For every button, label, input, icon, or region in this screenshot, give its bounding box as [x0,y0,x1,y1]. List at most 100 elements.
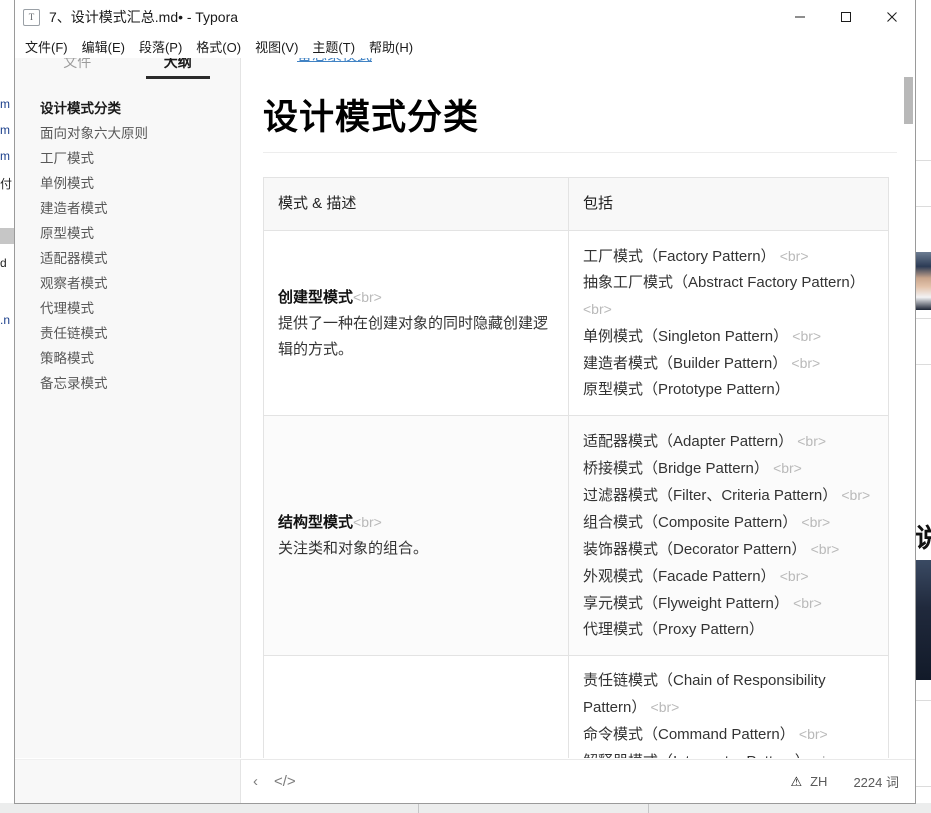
br-tag: <br> [353,288,382,305]
table-header-mode: 模式 & 描述 [263,177,569,231]
menu-file[interactable]: 文件(F) [25,37,68,56]
language-label[interactable]: ZH [810,774,827,789]
page-title: 设计模式分类 [263,89,897,153]
br-tag: <br> [841,487,871,503]
outline-item-2[interactable]: 工厂模式 [40,146,240,171]
br-tag: <br> [798,726,828,742]
pattern-line: 责任链模式（Chain of Responsibility Pattern） <… [583,668,874,721]
status-bar-left: ‹ </> [253,773,296,790]
menu-edit[interactable]: 编辑(E) [82,37,125,56]
editor-scrollbar[interactable] [904,45,913,758]
pattern-name: 建造者模式（Builder Pattern） [583,355,788,372]
bg-file-item: m [0,97,10,111]
pattern-name: 命令模式（Command Pattern） [583,726,795,743]
pattern-name: 责任链模式（Chain of Responsibility Pattern） [583,672,826,716]
maximize-button[interactable] [823,0,869,34]
menu-theme[interactable]: 主题(T) [312,37,355,56]
pattern-name: 工厂模式（Factory Pattern） [583,248,776,265]
br-tag: <br> [353,514,382,530]
status-bar: ‹ </> ⚠ ZH 2224 词 [241,759,915,803]
word-count[interactable]: 2224 词 [853,772,899,791]
outline-item-4[interactable]: 建造者模式 [40,196,240,221]
table-cell-description: 结构型模式<br> 关注类和对象的组合。 [263,415,569,656]
br-tag: <br> [793,595,822,611]
menu-paragraph[interactable]: 段落(P) [139,37,182,56]
background-right-window: 说 [915,0,931,813]
source-code-icon[interactable]: </> [274,773,296,790]
pattern-name: 享元模式（Flyweight Pattern） [583,595,789,612]
typora-app-icon: T [23,8,40,26]
outline-item-8[interactable]: 代理模式 [40,296,240,321]
pattern-name: 适配器模式（Adapter Pattern） [583,433,794,450]
br-tag: <br> [801,514,831,530]
outline-item-5[interactable]: 原型模式 [40,221,240,246]
minimize-button[interactable] [777,0,823,34]
table-header-include: 包括 [568,177,889,231]
table-row: 结构型模式<br> 关注类和对象的组合。 适配器模式（Adapter Patte… [263,415,889,656]
table-row: 创建型模式<br> 提供了一种在创建对象的同时隐藏创建逻辑的方式。 工厂模式（F… [263,230,889,416]
pattern-name: 代理模式（Proxy Pattern） [583,621,764,638]
sidebar-footer [15,759,241,803]
status-bar-right: ⚠ ZH 2224 词 [790,772,899,791]
row-description: 提供了一种在创建对象的同时隐藏创建逻辑的方式。 [278,314,549,358]
pattern-line: 解释器模式（Interpreter Pattern） <br> [583,748,874,758]
table-cell-description [263,655,569,758]
pattern-name: 解释器模式（Interpreter Pattern） [583,753,810,758]
pattern-line: 适配器模式（Adapter Pattern） <br> [583,428,874,455]
bg-file-item: d [0,256,7,270]
pattern-line: 代理模式（Proxy Pattern） [583,617,874,643]
br-tag: <br> [792,328,822,344]
pattern-line: 命令模式（Command Pattern） <br> [583,721,874,748]
br-tag: <br> [779,248,809,264]
table-cell-patterns: 责任链模式（Chain of Responsibility Pattern） <… [568,655,889,758]
patterns-table: 模式 & 描述 包括 创建型模式<br> 提供了一种在创建对象的同时隐藏创建逻辑… [263,177,889,758]
outline-item-6[interactable]: 适配器模式 [40,246,240,271]
scrollbar-thumb[interactable] [904,77,913,124]
pattern-name: 原型模式（Prototype Pattern） [583,381,790,398]
editor-pane[interactable]: 备忘录模式 设计模式分类 模式 & 描述 包括 [241,45,915,758]
document-body[interactable]: 备忘录模式 设计模式分类 模式 & 描述 包括 [241,45,915,758]
pattern-name: 单例模式（Singleton Pattern） [583,328,789,345]
pattern-name: 外观模式（Facade Pattern） [583,568,776,585]
br-tag: <br> [650,699,680,715]
outline-item-1[interactable]: 面向对象六大原则 [40,121,240,146]
window-title: 7、设计模式汇总.md• - Typora [49,9,239,25]
menu-bar: 文件(F) 编辑(E) 段落(P) 格式(O) 视图(V) 主题(T) 帮助(H… [15,34,915,58]
bg-file-item: 付 [0,177,13,191]
warning-icon[interactable]: ⚠ [790,774,802,790]
close-button[interactable] [869,0,915,34]
br-tag: <br> [797,433,827,449]
pattern-line: 组合模式（Composite Pattern） <br> [583,509,874,536]
title-bar[interactable]: T 7、设计模式汇总.md• - Typora [15,0,915,34]
br-tag: <br> [791,355,821,371]
pattern-name: 组合模式（Composite Pattern） [583,514,798,531]
row-title: 结构型模式 [278,514,354,531]
table-cell-description: 创建型模式<br> 提供了一种在创建对象的同时隐藏创建逻辑的方式。 [263,230,569,416]
br-tag: <br> [773,460,802,476]
bg-file-item: .n [0,313,11,327]
br-tag: <br> [814,753,843,758]
menu-format[interactable]: 格式(O) [196,37,241,56]
outline-item-11[interactable]: 备忘录模式 [40,371,240,396]
outline-list: 设计模式分类 面向对象六大原则 工厂模式 单例模式 建造者模式 原型模式 适配器… [15,96,240,396]
outline-item-0[interactable]: 设计模式分类 [40,96,240,121]
outline-item-3[interactable]: 单例模式 [40,171,240,196]
outline-item-9[interactable]: 责任链模式 [40,321,240,346]
pattern-line: 过滤器模式（Filter、Criteria Pattern） <br> [583,482,874,509]
menu-view[interactable]: 视图(V) [255,37,298,56]
outline-item-7[interactable]: 观察者模式 [40,271,240,296]
main-content: 文件 大纲 设计模式分类 面向对象六大原则 工厂模式 单例模式 建造者模式 原型… [15,45,915,758]
pattern-line: 抽象工厂模式（Abstract Factory Pattern） <br> [583,270,874,323]
bg-file-item: m [0,149,10,163]
menu-help[interactable]: 帮助(H) [369,37,413,56]
typora-window: T 7、设计模式汇总.md• - Typora 文件(F) 编辑(E) 段落(P… [14,0,916,804]
pattern-name: 装饰器模式（Decorator Pattern） [583,541,807,558]
back-icon[interactable]: ‹ [253,773,258,790]
pattern-line: 桥接模式（Bridge Pattern） <br> [583,455,874,482]
br-tag: <br> [779,568,809,584]
outline-item-10[interactable]: 策略模式 [40,346,240,371]
table-cell-patterns: 适配器模式（Adapter Pattern） <br> 桥接模式（Bridge … [568,415,889,656]
pattern-name: 抽象工厂模式（Abstract Factory Pattern） [583,274,865,291]
pattern-line: 工厂模式（Factory Pattern） <br> [583,243,874,270]
pattern-line: 建造者模式（Builder Pattern） <br> [583,350,874,377]
